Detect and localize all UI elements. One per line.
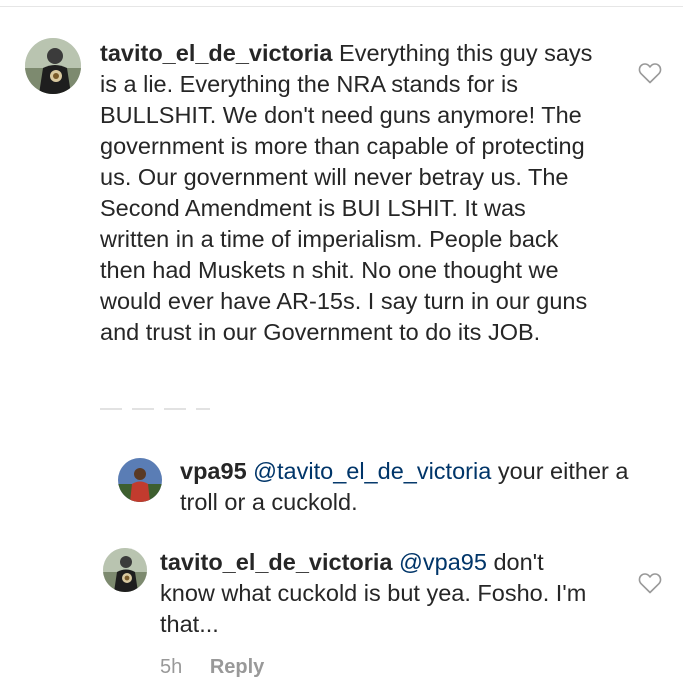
- user-avatar-icon: [103, 548, 147, 592]
- top-divider: [0, 6, 683, 7]
- reply-meta: 5h Reply: [160, 656, 286, 679]
- timestamp: 5h: [160, 656, 183, 678]
- user-avatar-icon: [118, 458, 162, 502]
- like-button[interactable]: [638, 572, 662, 594]
- reply-username[interactable]: vpa95: [180, 458, 247, 484]
- hidden-meta-row: [100, 408, 210, 410]
- avatar[interactable]: [103, 548, 147, 592]
- reply-button[interactable]: Reply: [210, 656, 264, 678]
- reply-mention[interactable]: @vpa95: [399, 549, 487, 575]
- comment-text: Everything this guy says is a lie. Every…: [100, 40, 593, 345]
- reply-username[interactable]: tavito_el_de_victoria: [160, 549, 393, 575]
- reply-body: tavito_el_de_victoria @vpa95 don't know …: [160, 547, 600, 640]
- reply-body: vpa95 @tavito_el_de_victoria your either…: [180, 456, 630, 518]
- user-avatar-icon: [25, 38, 81, 94]
- like-button[interactable]: [638, 62, 662, 84]
- reply-mention[interactable]: @tavito_el_de_victoria: [253, 458, 491, 484]
- heart-outline-icon: [638, 63, 662, 84]
- avatar[interactable]: [25, 38, 81, 94]
- avatar[interactable]: [118, 458, 162, 502]
- comment-username[interactable]: tavito_el_de_victoria: [100, 40, 333, 66]
- comment-body: tavito_el_de_victoria Everything this gu…: [100, 38, 600, 348]
- heart-outline-icon: [638, 573, 662, 594]
